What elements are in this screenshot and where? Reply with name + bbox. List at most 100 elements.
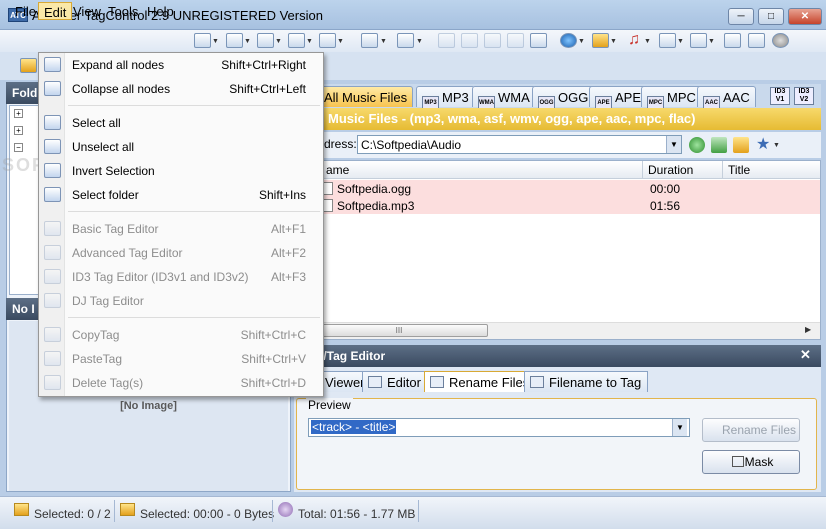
mask-button[interactable]: Mask [702,450,800,474]
status-selected-size: Selected: 00:00 - 0 Bytes [140,507,275,521]
dropdown-arrow-icon[interactable]: ▼ [337,38,344,45]
address-input[interactable]: C:\Softpedia\Audio [357,135,682,154]
menu-help[interactable]: Help [142,2,179,20]
preview-pattern-input[interactable]: <track> - <title> [308,418,690,437]
minimize-button[interactable]: ─ [728,8,754,25]
dropdown-arrow-icon[interactable]: ▼ [380,38,387,45]
music-note-icon[interactable]: ♫ [628,31,640,49]
menu-item-label: Invert Selection [72,164,155,178]
dropdown-arrow-icon[interactable]: ▼ [416,38,423,45]
copy-tag-icon [44,327,61,342]
tab-ogg[interactable]: OGG OGG [532,86,595,110]
tab-ape[interactable]: APE APE [589,86,648,110]
refresh-icon[interactable] [748,33,765,48]
rename-files-button[interactable]: Rename Files [702,418,800,442]
menu-item-shortcut: Alt+F1 [270,222,306,236]
delete-tag-icon [44,375,61,390]
layout-icon[interactable] [288,33,305,48]
editor-icon [368,376,382,388]
menu-tools[interactable]: Tools [103,2,143,20]
dropdown-arrow-icon[interactable]: ▼ [610,38,617,45]
select-all-icon [44,115,61,130]
menu-file[interactable]: File [10,2,41,20]
tab-label: MP3 [442,90,469,105]
collapse-tree-icon [44,81,61,96]
grid-view-icon[interactable] [194,33,211,48]
column-title[interactable]: Title [728,163,750,177]
dropdown-arrow-icon[interactable]: ▼ [212,38,219,45]
tree-view-icon[interactable] [226,33,243,48]
tag-icon[interactable] [461,33,478,48]
dropdown-arrow-icon[interactable]: ▼ [578,38,585,45]
menu-view[interactable]: View [68,2,106,20]
dropdown-arrow-icon[interactable]: ▼ [306,38,313,45]
tree-collapse-icon[interactable]: − [14,143,23,152]
dropdown-arrow-icon[interactable]: ▼ [644,38,651,45]
file-duration: 01:56 [650,199,681,213]
close-button[interactable]: ✕ [788,8,822,25]
menu-item-label: Advanced Tag Editor [72,246,183,260]
column-duration[interactable]: Duration [648,163,693,177]
tab-all-music-files[interactable]: All Music Files [318,86,414,107]
folder-icon[interactable] [20,58,37,73]
dropdown-arrow-icon[interactable]: ▼ [275,38,282,45]
preview-group [296,398,817,490]
tag-icon[interactable] [438,33,455,48]
dropdown-arrow-icon[interactable]: ▼ [708,38,715,45]
scrollbar-thumb[interactable]: III [310,324,488,337]
preview-pattern-value: <track> - <title> [311,420,397,434]
tree-expand-icon[interactable]: + [14,109,23,118]
maximize-button[interactable]: □ [758,8,784,25]
search-icon[interactable] [724,33,741,48]
preview-dropdown-icon[interactable]: ▼ [672,419,687,436]
close-panel-icon[interactable]: ✕ [800,347,811,363]
tab-wma[interactable]: WMA WMA [472,86,536,110]
columns-icon[interactable] [257,33,274,48]
invert-selection-icon [44,163,61,178]
favorites-star-icon[interactable]: ★ [756,134,770,154]
paste-tag-icon [44,351,61,366]
menu-separator [68,317,320,318]
folder-icon[interactable] [592,33,609,48]
tree-expand-icon[interactable]: + [14,126,23,135]
tag-copy-icon[interactable] [361,33,378,48]
disc-icon [278,502,293,517]
tab-label: MPC [667,90,696,105]
column-name[interactable]: ame [326,163,349,177]
scroll-right-icon[interactable]: ▶ [805,325,811,334]
menu-separator [68,211,320,212]
menu-item-shortcut: Shift+Ctrl+Right [221,58,306,72]
id3-tag-editor-icon [44,269,61,284]
gear-icon[interactable] [772,33,789,48]
menu-item-label: PasteTag [72,352,123,366]
id3v2-badge[interactable]: ID3 V2 [794,87,814,105]
menu-item-shortcut: Shift+Ctrl+D [240,376,306,390]
status-total: Total: 01:56 - 1.77 MB [298,507,416,521]
document-icon[interactable] [659,33,676,48]
export-icon[interactable] [690,33,707,48]
panel-icon[interactable] [319,33,336,48]
tag-paste-icon[interactable] [397,33,414,48]
menu-separator [68,105,320,106]
tag-icon[interactable] [507,33,524,48]
dropdown-arrow-icon[interactable]: ▼ [677,38,684,45]
dropdown-arrow-icon[interactable]: ▼ [773,142,780,149]
file-name: Softpedia.ogg [337,182,412,196]
refresh-folder-icon[interactable] [711,137,727,153]
address-dropdown-icon[interactable]: ▼ [666,136,681,153]
globe-icon[interactable] [560,33,577,48]
go-back-icon[interactable] [689,137,705,153]
no-image-label: [No Image] [120,400,177,412]
menu-item-shortcut: Shift+Ctrl+Left [229,82,306,96]
tab-label: AAC [723,90,750,105]
advanced-tag-editor-icon [44,245,61,260]
tab-mpc[interactable]: MPC MPC [641,86,702,110]
id3v1-badge[interactable]: ID3 V1 [770,87,790,105]
tag-green-icon[interactable] [530,33,547,48]
open-folder-icon[interactable] [733,137,749,153]
dropdown-arrow-icon[interactable]: ▼ [244,38,251,45]
tag-icon[interactable] [484,33,501,48]
file-duration: 00:00 [650,182,681,196]
tab-aac[interactable]: AAC AAC [697,86,756,110]
tab-mp3[interactable]: MP3 MP3 [416,86,475,110]
